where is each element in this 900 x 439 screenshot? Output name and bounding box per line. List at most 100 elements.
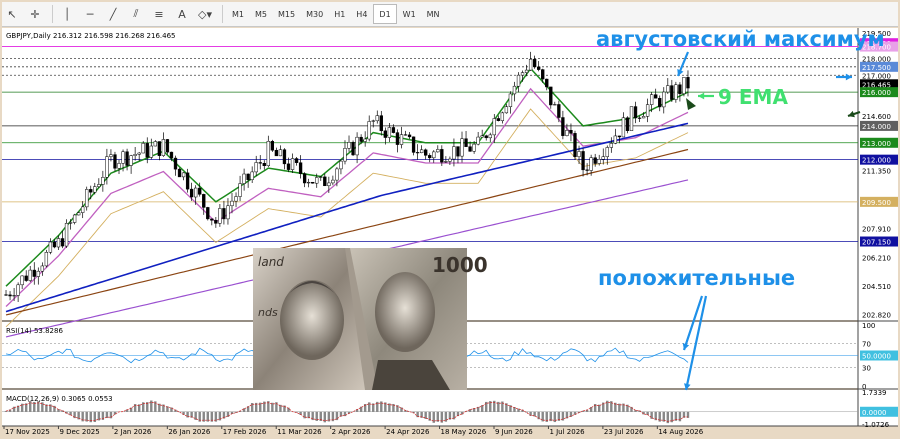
- candle-body: [145, 143, 149, 158]
- candle-body: [629, 106, 634, 131]
- candle-body: [553, 104, 557, 106]
- candle-body: [391, 127, 396, 133]
- candle-body: [218, 208, 222, 224]
- candle-body: [4, 294, 8, 296]
- candle-body: [662, 91, 666, 108]
- candle-body: [403, 134, 408, 136]
- yukichi-portrait: [375, 272, 435, 352]
- candle-body: [617, 135, 622, 138]
- candle-body: [375, 115, 379, 122]
- candle-body: [452, 146, 456, 160]
- candle-body: [565, 130, 569, 136]
- candle-body: [230, 200, 234, 207]
- candle-body: [577, 151, 581, 157]
- candle-body: [645, 104, 650, 117]
- candle-body: [222, 208, 226, 220]
- candle-body: [68, 222, 73, 224]
- candle-body: [363, 138, 367, 142]
- macd-axis-label: -1.0726: [862, 421, 890, 429]
- macd-axis-label: 1.7339: [862, 389, 887, 397]
- chart-window: ↖ ✛ │ ─ ╱ ⫽ ≡ A ◇▾ M1 M5 M15 M30 H1 H4 D…: [0, 0, 900, 439]
- candle-body: [476, 136, 480, 145]
- candle-body: [504, 106, 509, 114]
- candle-body: [214, 219, 218, 224]
- candle-body: [137, 152, 141, 155]
- candle-body: [101, 177, 105, 185]
- candle-body: [181, 172, 186, 178]
- date-label: 11 Mar 2026: [277, 428, 322, 436]
- candle-body: [298, 162, 303, 174]
- candle-body: [625, 117, 630, 131]
- candle-body: [343, 148, 347, 162]
- positive-annotation: положительные: [598, 266, 795, 290]
- price-axis-label: 211.350: [862, 168, 891, 176]
- candle-body: [637, 117, 642, 119]
- candle-body: [109, 154, 113, 157]
- price-axis-label: 213.000: [862, 140, 891, 148]
- candle-body: [44, 252, 49, 267]
- date-label: 26 Jan 2026: [168, 428, 211, 436]
- candle-body: [36, 270, 40, 277]
- price-axis-label: 217.500: [862, 64, 891, 72]
- candle-body: [581, 151, 585, 171]
- candle-body: [129, 155, 133, 166]
- candle-body: [141, 143, 145, 154]
- candle-body: [40, 265, 44, 272]
- date-label: 2 Apr 2026: [332, 428, 371, 436]
- candle-body: [440, 149, 444, 163]
- candle-body: [242, 173, 246, 184]
- candle-body: [258, 162, 262, 164]
- candle-body: [161, 139, 166, 156]
- candle-body: [613, 135, 618, 144]
- candle-body: [528, 58, 533, 71]
- candle-body: [282, 149, 287, 165]
- candle-body: [189, 188, 194, 198]
- macd-header: MACD(12,26,9) 0.3065 0.0553: [6, 395, 113, 403]
- candle-body: [339, 160, 343, 170]
- candle-body: [125, 151, 129, 166]
- candle-body: [686, 77, 690, 89]
- candle-body: [557, 104, 561, 118]
- candle-body: [621, 117, 626, 138]
- candle-body: [682, 77, 686, 94]
- candle-body: [315, 177, 319, 184]
- candle-body: [424, 149, 428, 156]
- candle-body: [428, 155, 432, 159]
- candle-body: [335, 168, 339, 181]
- candle-body: [153, 141, 157, 147]
- candle-body: [165, 139, 170, 153]
- candle-body: [149, 145, 153, 158]
- price-axis-label: 206.210: [862, 254, 891, 262]
- candle-body: [609, 143, 613, 148]
- candle-body: [379, 115, 383, 132]
- rsi-axis-label: 70: [862, 340, 871, 348]
- candle-body: [355, 136, 359, 156]
- rsi-axis-label: 50.0000: [862, 353, 891, 361]
- candle-body: [516, 74, 521, 87]
- svg-text:1000: 1000: [432, 253, 488, 277]
- candle-body: [113, 154, 117, 169]
- candle-body: [93, 186, 97, 193]
- rsi-axis-label: 30: [862, 365, 871, 373]
- candle-body: [674, 84, 678, 100]
- candle-body: [185, 172, 190, 190]
- candle-body: [541, 69, 545, 80]
- candle-body: [60, 238, 65, 247]
- price-axis-label: 214.000: [862, 123, 891, 131]
- candle-body: [194, 187, 198, 198]
- candle-body: [670, 85, 674, 100]
- ema-annotation: 9 EMA: [718, 85, 788, 109]
- candle-body: [484, 135, 488, 139]
- price-chart[interactable]: 219.500218.900218.700218.000217.500217.0…: [0, 0, 900, 439]
- price-axis-label: 204.510: [862, 283, 891, 291]
- candle-body: [496, 118, 500, 121]
- candle-body: [169, 151, 174, 159]
- candle-body: [633, 106, 638, 119]
- candle-body: [488, 134, 492, 139]
- svg-text:land: land: [258, 255, 284, 269]
- candle-body: [117, 163, 121, 169]
- date-label: 14 Aug 2026: [658, 428, 703, 436]
- candle-body: [290, 158, 295, 170]
- date-label: 17 Feb 2026: [223, 428, 267, 436]
- price-axis-label: 212.000: [862, 157, 891, 165]
